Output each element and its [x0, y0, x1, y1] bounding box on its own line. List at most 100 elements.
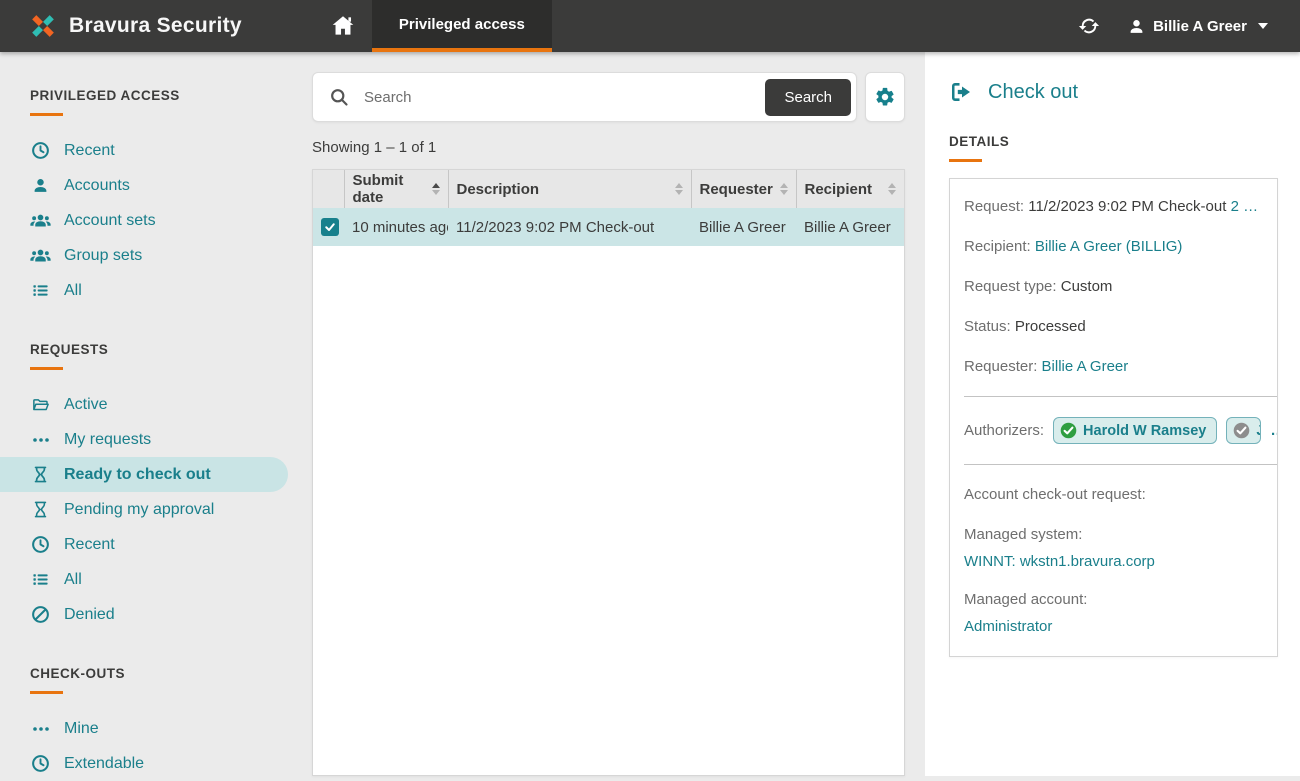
- sidebar-item-label: All: [64, 571, 82, 589]
- column-header-requester[interactable]: Requester: [691, 170, 796, 208]
- sidebar-item-label: Extendable: [64, 755, 144, 773]
- clock-icon: [30, 141, 51, 160]
- field-value: Custom: [1061, 278, 1113, 295]
- cell-submit-date: 10 minutes ago: [344, 208, 448, 246]
- field-label: Requester:: [964, 358, 1037, 375]
- select-column-header: [313, 170, 344, 208]
- sidebar-item-label: Account sets: [64, 212, 156, 230]
- sort-icon: [432, 183, 440, 195]
- brand[interactable]: Bravura Security: [0, 0, 268, 52]
- managed-account-link[interactable]: Administrator: [964, 618, 1052, 635]
- column-label: Recipient: [805, 181, 873, 198]
- sidebar-item-mine[interactable]: Mine: [30, 711, 312, 746]
- check-circle-icon: [1233, 422, 1250, 439]
- brand-name: Bravura Security: [69, 14, 242, 38]
- user-name: Billie A Greer: [1153, 18, 1247, 35]
- field-status: Status: Processed: [964, 317, 1277, 336]
- sidebar-item-all[interactable]: All: [30, 273, 312, 308]
- sidebar-item-label: Pending my approval: [64, 501, 214, 519]
- column-header-recipient[interactable]: Recipient: [796, 170, 904, 208]
- users-icon: [30, 246, 51, 265]
- table-row[interactable]: 10 minutes ago 11/2/2023 9:02 PM Check-o…: [313, 208, 904, 246]
- clock-icon: [30, 754, 51, 773]
- authorizer-badge[interactable]: Jo: [1226, 417, 1261, 444]
- main-content: Search Showing 1 – 1 of 1 Submit date: [312, 52, 905, 776]
- sidebar: PRIVILEGED ACCESS Recent Accounts Accoun…: [0, 52, 312, 776]
- requester-link[interactable]: Billie A Greer: [1042, 358, 1129, 375]
- sidebar-item-denied[interactable]: Denied: [30, 597, 312, 632]
- request-link[interactable]: 2 …: [1231, 198, 1259, 215]
- sidebar-item-account-sets[interactable]: Account sets: [30, 203, 312, 238]
- section-title: CHECK-OUTS: [30, 666, 312, 681]
- user-icon: [30, 177, 51, 194]
- search-settings-button[interactable]: [865, 72, 905, 122]
- field-label: Recipient:: [964, 238, 1031, 255]
- sidebar-item-recent-requests[interactable]: Recent: [30, 527, 312, 562]
- check-circle-icon: [1060, 422, 1077, 439]
- authorizer-badge[interactable]: Harold W Ramsey: [1053, 417, 1217, 444]
- home-icon: [330, 13, 356, 39]
- results-table-card: Submit date Description Requester R: [312, 169, 905, 776]
- sort-icon: [780, 183, 788, 195]
- folder-open-icon: [30, 396, 51, 414]
- sidebar-item-recent[interactable]: Recent: [30, 133, 312, 168]
- details-section-header: DETAILS: [949, 134, 1278, 149]
- user-menu[interactable]: Billie A Greer: [1128, 18, 1268, 35]
- clock-icon: [30, 535, 51, 554]
- section-requests: REQUESTS Active My requests Ready to che…: [30, 342, 312, 632]
- refresh-icon[interactable]: [1078, 15, 1100, 37]
- field-label: Status:: [964, 318, 1011, 335]
- sidebar-item-my-requests[interactable]: My requests: [30, 422, 312, 457]
- field-label: Authorizers:: [964, 422, 1044, 439]
- check-out-action[interactable]: Check out: [949, 80, 1278, 104]
- search-button[interactable]: Search: [765, 79, 851, 116]
- authorizers-row: Authorizers: Harold W Ramsey Jo …: [964, 417, 1277, 444]
- sign-out-icon: [949, 80, 973, 104]
- sidebar-item-accounts[interactable]: Accounts: [30, 168, 312, 203]
- row-checkbox[interactable]: [321, 218, 339, 236]
- recipient-link[interactable]: Billie A Greer (BILLIG): [1035, 238, 1183, 255]
- section-privileged-access: PRIVILEGED ACCESS Recent Accounts Accoun…: [30, 88, 312, 308]
- tab-privileged-access[interactable]: Privileged access: [372, 0, 552, 52]
- managed-system-link[interactable]: WINNT: wkstn1.bravura.corp: [964, 553, 1155, 570]
- ban-icon: [30, 605, 51, 624]
- sidebar-item-label: Group sets: [64, 247, 142, 265]
- field-label: Request type:: [964, 278, 1057, 295]
- navbar-right: Billie A Greer: [1078, 0, 1300, 52]
- column-label: Requester: [700, 181, 773, 198]
- section-title: REQUESTS: [30, 342, 312, 357]
- section-underline: [30, 113, 63, 116]
- overflow-ellipsis: …: [1270, 422, 1277, 439]
- authorizer-name: Harold W Ramsey: [1083, 423, 1206, 439]
- search-input[interactable]: [362, 88, 765, 107]
- sidebar-item-pending-my-approval[interactable]: Pending my approval: [30, 492, 312, 527]
- ellipsis-icon: [30, 725, 51, 733]
- sidebar-item-ready-to-check-out[interactable]: Ready to check out: [0, 457, 288, 492]
- authorizer-name: Jo: [1256, 423, 1261, 439]
- column-header-submit-date[interactable]: Submit date: [344, 170, 448, 208]
- check-icon: [324, 221, 336, 233]
- search-icon: [329, 87, 349, 107]
- details-box: Request: 11/2/2023 9:02 PM Check-out 2 ……: [949, 178, 1278, 657]
- divider: [964, 464, 1277, 465]
- gear-icon: [874, 86, 896, 108]
- details-underline: [949, 159, 982, 162]
- sidebar-item-label: Ready to check out: [64, 466, 211, 484]
- cell-description: 11/2/2023 9:02 PM Check-out: [448, 208, 691, 246]
- sidebar-item-label: Mine: [64, 720, 99, 738]
- search-bar: Search: [312, 72, 857, 122]
- details-panel: Check out DETAILS Request: 11/2/2023 9:0…: [925, 52, 1300, 776]
- sidebar-item-label: All: [64, 282, 82, 300]
- field-value: 11/2/2023 9:02 PM Check-out: [1028, 198, 1226, 215]
- cell-requester: Billie A Greer: [691, 208, 796, 246]
- home-tab[interactable]: [314, 0, 372, 52]
- sidebar-item-group-sets[interactable]: Group sets: [30, 238, 312, 273]
- section-title: PRIVILEGED ACCESS: [30, 88, 312, 103]
- sidebar-item-all-requests[interactable]: All: [30, 562, 312, 597]
- column-header-description[interactable]: Description: [448, 170, 691, 208]
- sidebar-item-active[interactable]: Active: [30, 387, 312, 422]
- sidebar-item-label: Accounts: [64, 177, 130, 195]
- ellipsis-icon: [30, 436, 51, 444]
- sort-icon: [888, 183, 896, 195]
- section-underline: [30, 367, 63, 370]
